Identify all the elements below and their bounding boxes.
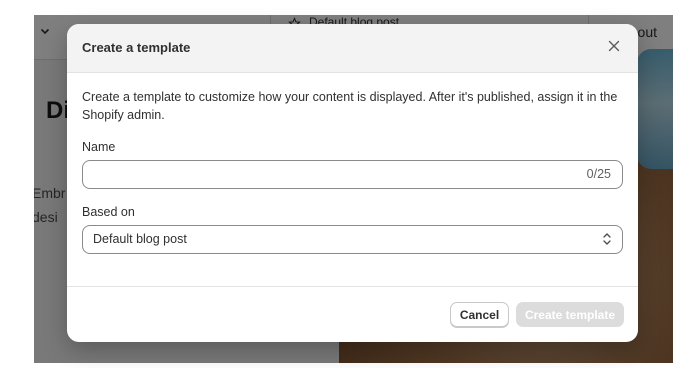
based-on-select[interactable]: Default blog post — [82, 225, 623, 254]
select-arrows-icon — [602, 231, 612, 247]
based-on-selected-value: Default blog post — [93, 232, 187, 246]
create-template-modal: Create a template Create a template to c… — [67, 24, 638, 342]
modal-description: Create a template to customize how your … — [82, 90, 618, 122]
create-template-button[interactable]: Create template — [516, 302, 624, 327]
name-field[interactable]: 0/25 — [82, 160, 623, 189]
modal-footer: Cancel Create template — [67, 286, 638, 342]
modal-header: Create a template — [67, 24, 638, 73]
close-button[interactable] — [604, 38, 624, 58]
close-icon — [608, 39, 620, 57]
based-on-label: Based on — [82, 205, 135, 219]
name-input[interactable] — [93, 161, 573, 188]
cancel-button[interactable]: Cancel — [450, 302, 509, 327]
name-label: Name — [82, 140, 116, 154]
name-char-count: 0/25 — [586, 167, 611, 181]
modal-title: Create a template — [82, 40, 191, 55]
modal-body: Create a template to customize how your … — [67, 73, 638, 254]
